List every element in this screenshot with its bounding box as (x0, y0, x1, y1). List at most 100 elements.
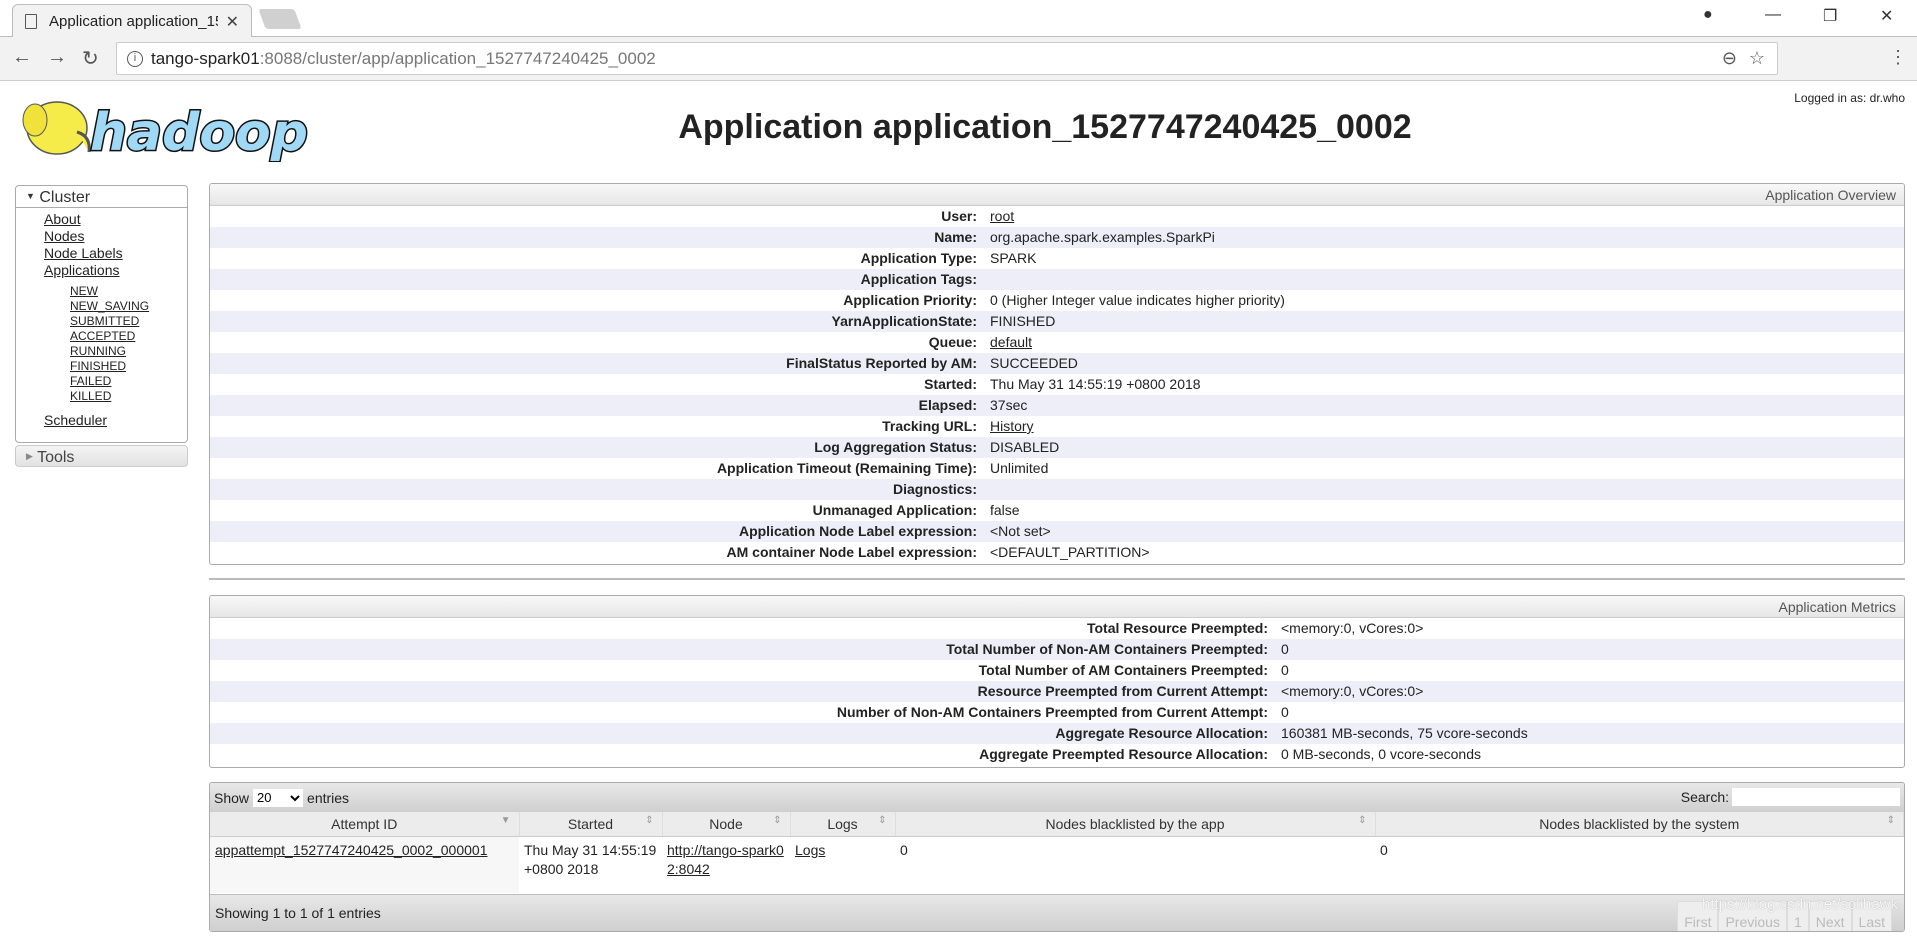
row-value (990, 269, 1904, 290)
metrics-row: Total Number of Non-AM Containers Preemp… (210, 639, 1904, 660)
row-label: Application Node Label expression: (738, 523, 977, 539)
row-label: Application Priority: (843, 292, 977, 308)
page-title: Application application_1527747240425_00… (678, 108, 1412, 146)
application-metrics-panel: Application Metrics Total Resource Preem… (209, 595, 1905, 768)
new-tab-button[interactable] (258, 9, 302, 29)
blacklisted-system-value: 0 (1380, 841, 1388, 858)
row-value-link[interactable]: default (990, 332, 1032, 353)
app-state-failed[interactable]: FAILED (70, 374, 187, 389)
row-value: FINISHED (990, 313, 1056, 329)
metrics-row: Resource Preempted from Current Attempt:… (210, 681, 1904, 702)
attempt-id-link[interactable]: appattempt_1527747240425_0002_000001 (215, 842, 488, 858)
row-label: Resource Preempted from Current Attempt: (977, 683, 1268, 699)
overview-row: User: root (210, 206, 1904, 227)
back-icon[interactable]: ← (12, 46, 32, 69)
app-state-accepted[interactable]: ACCEPTED (70, 329, 187, 344)
row-label: Log Aggregation Status: (814, 439, 977, 455)
row-label: Started: (924, 376, 977, 392)
hadoop-logo: hadoop (22, 101, 310, 162)
overview-row: Application Type: SPARK (210, 248, 1904, 269)
column-attempt-id[interactable]: Attempt ID ▼ (210, 812, 520, 837)
minimize-button[interactable]: — (1765, 6, 1781, 24)
zoom-icon[interactable]: ⊖ (1722, 48, 1737, 69)
cluster-section-toggle[interactable]: ▼ Cluster (16, 186, 187, 208)
overview-row: Tracking URL: History (210, 416, 1904, 437)
column-started[interactable]: Started ⇕ (519, 812, 663, 837)
browser-tab[interactable]: Application application_1527747240425_00… (12, 4, 252, 38)
app-state-finished[interactable]: FINISHED (70, 359, 187, 374)
sort-icon: ⇕ (773, 815, 782, 826)
column-label: Node (709, 815, 743, 832)
app-state-running[interactable]: RUNNING (70, 344, 187, 359)
divider (209, 578, 1905, 580)
row-value: 160381 MB-seconds, 75 vcore-seconds (1281, 725, 1528, 741)
sidebar-item-applications[interactable]: Applications (44, 262, 187, 279)
column-blacklisted-app[interactable]: Nodes blacklisted by the app ⇕ (895, 812, 1376, 837)
overview-row: Application Timeout (Remaining Time): Unl… (210, 458, 1904, 479)
search-input[interactable] (1732, 788, 1900, 806)
metrics-row: Aggregate Resource Allocation: 160381 MB-… (210, 723, 1904, 744)
column-label: Started (567, 815, 614, 832)
row-value: Unlimited (990, 460, 1049, 476)
column-blacklisted-system[interactable]: Nodes blacklisted by the system ⇕ (1375, 812, 1904, 837)
close-tab-icon[interactable]: ✕ (226, 12, 239, 32)
bookmark-star-icon[interactable]: ☆ (1749, 48, 1765, 69)
overview-row: Elapsed: 37sec (210, 395, 1904, 416)
overview-row: Unmanaged Application: false (210, 500, 1904, 521)
row-label: YarnApplicationState: (831, 313, 977, 329)
row-value-link[interactable]: History (990, 416, 1034, 437)
profile-icon[interactable]: ● (1703, 6, 1713, 24)
sidebar-item-about[interactable]: About (44, 211, 187, 228)
row-value: 0 (1281, 641, 1289, 657)
entries-label: entries (307, 789, 350, 806)
row-label: Total Number of AM Containers Preempted: (978, 662, 1268, 678)
app-state-new[interactable]: NEW (70, 284, 187, 299)
column-node[interactable]: Node ⇕ (662, 812, 791, 837)
node-link[interactable]: http://tango-spark02:8042 (667, 842, 784, 877)
metrics-row: Number of Non-AM Containers Preempted fr… (210, 702, 1904, 723)
sidebar-item-nodes[interactable]: Nodes (44, 228, 187, 245)
info-icon[interactable]: i (127, 50, 143, 67)
forward-icon[interactable]: → (47, 46, 67, 69)
logs-link[interactable]: Logs (795, 842, 825, 858)
row-value: 37sec (990, 397, 1028, 413)
app-state-killed[interactable]: KILLED (70, 389, 187, 404)
row-value: DISABLED (990, 439, 1060, 455)
overview-row: Application Node Label expression: <Not s… (210, 521, 1904, 542)
reload-icon[interactable]: ↻ (82, 46, 99, 71)
sidebar-item-node-labels[interactable]: Node Labels (44, 245, 187, 262)
metrics-row: Total Number of AM Containers Preempted:… (210, 660, 1904, 681)
overview-row: YarnApplicationState: FINISHED (210, 311, 1904, 332)
metrics-title: Application Metrics (210, 596, 1904, 618)
show-label: Show (214, 789, 250, 806)
tools-section-toggle[interactable]: ▶ Tools (15, 445, 188, 467)
attempts-table: Show 20 entries Search: Attempt ID ▼ Star… (209, 782, 1905, 932)
search-label: Search: (1680, 789, 1729, 805)
row-value (990, 479, 1904, 500)
page-size-select[interactable]: 20 (253, 788, 304, 807)
metrics-row: Aggregate Preempted Resource Allocation:… (210, 744, 1904, 765)
column-logs[interactable]: Logs ⇕ (790, 812, 896, 837)
column-label: Logs (827, 815, 858, 832)
row-value: Thu May 31 14:55:19 +0800 2018 (990, 376, 1201, 392)
row-label: Unmanaged Application: (812, 502, 977, 518)
row-label: Total Resource Preempted: (1086, 620, 1268, 636)
application-overview-panel: Application Overview User: root Name: org.a… (209, 183, 1905, 565)
row-label: Application Timeout (Remaining Time): (716, 460, 977, 476)
svg-text:hadoop: hadoop (90, 103, 308, 162)
row-value-link[interactable]: root (990, 206, 1014, 227)
browser-toolbar: ← → ↻ i tango-spark01:8088/cluster/app/a… (0, 37, 1917, 81)
app-state-submitted[interactable]: SUBMITTED (70, 314, 187, 329)
caret-down-icon: ▼ (26, 191, 35, 201)
row-label: Application Tags: (860, 271, 977, 287)
app-state-new-saving[interactable]: NEW_SAVING (70, 299, 187, 314)
close-window-button[interactable]: ✕ (1880, 6, 1893, 26)
sidebar-item-scheduler[interactable]: Scheduler (44, 412, 187, 429)
row-value: <Not set> (990, 523, 1051, 539)
document-icon (25, 14, 37, 29)
menu-icon[interactable]: ⋮ (1889, 47, 1907, 68)
row-value: <memory:0, vCores:0> (1281, 683, 1424, 699)
address-bar[interactable]: i tango-spark01:8088/cluster/app/applica… (116, 42, 1778, 75)
sort-icon: ⇕ (878, 815, 887, 826)
restore-button[interactable]: ❐ (1823, 6, 1837, 26)
